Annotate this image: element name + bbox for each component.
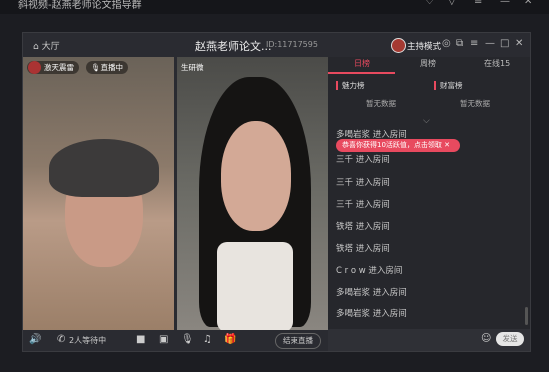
close-icon[interactable]: ✕	[444, 141, 450, 149]
tab-daily[interactable]: 日榜	[354, 58, 370, 69]
gift-icon[interactable]: 🎁	[224, 334, 236, 345]
outer-title: 斜视频-赵燕老师论文指导群	[18, 0, 142, 11]
reward-toast[interactable]: 恭喜你获得10活跃值，点击领取 ✕	[336, 139, 461, 152]
charm-no-data: 暂无数据	[366, 99, 396, 108]
chevron-down-icon[interactable]: ⌵	[423, 116, 430, 126]
window-titlebar: ⌂ 大厅 赵燕老师论文... ID:11717595 主持模式 ◎ ⧉ ≡ — …	[23, 33, 530, 57]
minimize-icon[interactable]: —	[485, 38, 495, 49]
tab-indicator	[328, 72, 395, 74]
chat-message: 铁塔 进入房间	[336, 222, 390, 232]
host-name-tag: 激天震雷	[27, 61, 79, 74]
minimize-icon[interactable]: —	[500, 0, 510, 7]
live-status-badge: 🎙直播中	[86, 61, 129, 74]
settings-icon[interactable]: ◎	[442, 38, 451, 49]
wealth-rank-label: 财富榜	[434, 81, 463, 90]
chat-message: C r o w 进入房间	[336, 266, 403, 276]
music-icon[interactable]: ♫	[203, 334, 212, 345]
microphone-icon[interactable]: 🎙	[181, 334, 194, 345]
chat-input-bar: ☺ 发送	[328, 329, 530, 351]
chat-message: 三千 进入房间	[336, 178, 390, 188]
guest-shirt-image	[217, 242, 293, 330]
chat-input[interactable]	[332, 332, 476, 346]
end-live-button[interactable]: 结束直播	[275, 333, 321, 349]
phone-icon: ✆	[57, 334, 66, 345]
waiting-count[interactable]: 2人等待中	[69, 335, 106, 346]
room-id: ID:11717595	[266, 40, 318, 49]
share-icon[interactable]: ⧉	[456, 38, 463, 49]
camera-icon[interactable]: ■	[136, 334, 145, 345]
outer-titlebar: 斜视频-赵燕老师论文指导群 ♡ ▽ ≡ — ✕	[0, 0, 549, 14]
host-hair-image	[49, 139, 159, 197]
close-icon[interactable]: ✕	[515, 38, 523, 49]
room-title: 赵燕老师论文...	[195, 40, 272, 53]
image-icon[interactable]: ▣	[159, 334, 168, 345]
emoji-icon[interactable]: ☺	[481, 333, 491, 344]
side-panel: 日榜 周榜 在线15 魅力榜 财富榜 暂无数据 暂无数据 ⌵ 多喝岩浆 进入房间…	[328, 57, 530, 351]
tab-online[interactable]: 在线15	[484, 58, 510, 69]
chat-message: 三千 进入房间	[336, 155, 390, 165]
heart-icon[interactable]: ♡	[425, 0, 434, 7]
menu-icon[interactable]: ≡	[474, 0, 482, 7]
menu-icon[interactable]: ≡	[470, 38, 478, 49]
shirt-icon[interactable]: ▽	[448, 0, 456, 7]
chat-message: 多喝岩浆 进入房间	[336, 288, 407, 298]
video-host[interactable]: 激天震雷 🎙直播中	[23, 57, 174, 330]
avatar	[28, 61, 41, 74]
wealth-no-data: 暂无数据	[460, 99, 490, 108]
close-icon[interactable]: ✕	[524, 0, 532, 7]
guest-face-image	[221, 121, 291, 231]
tab-weekly[interactable]: 周榜	[420, 58, 436, 69]
chat-scrollbar[interactable]	[525, 307, 528, 325]
host-mode-label: 主持模式	[407, 42, 442, 52]
live-room-window: ⌂ 大厅 赵燕老师论文... ID:11717595 主持模式 ◎ ⧉ ≡ — …	[22, 32, 531, 352]
video-toolbar: 🔊 ✆ 2人等待中 ■ ▣ 🎙 ♫ 🎁 结束直播	[23, 330, 328, 351]
maximize-icon[interactable]: □	[500, 38, 509, 49]
host-avatar[interactable]	[391, 38, 406, 53]
rank-tabs: 日榜 周榜 在线15	[328, 57, 530, 72]
guest-name-tag: 生研微	[181, 63, 204, 72]
video-guest[interactable]: 生研微	[177, 57, 328, 330]
chat-message: 三千 进入房间	[336, 200, 390, 210]
home-button[interactable]: ⌂ 大厅	[33, 39, 60, 52]
volume-icon[interactable]: 🔊	[29, 334, 41, 345]
chat-message: 多喝岩浆 进入房间	[336, 309, 407, 319]
chat-message: 铁塔 进入房间	[336, 244, 390, 254]
charm-rank-label: 魅力榜	[336, 81, 365, 90]
send-button[interactable]: 发送	[496, 332, 524, 346]
